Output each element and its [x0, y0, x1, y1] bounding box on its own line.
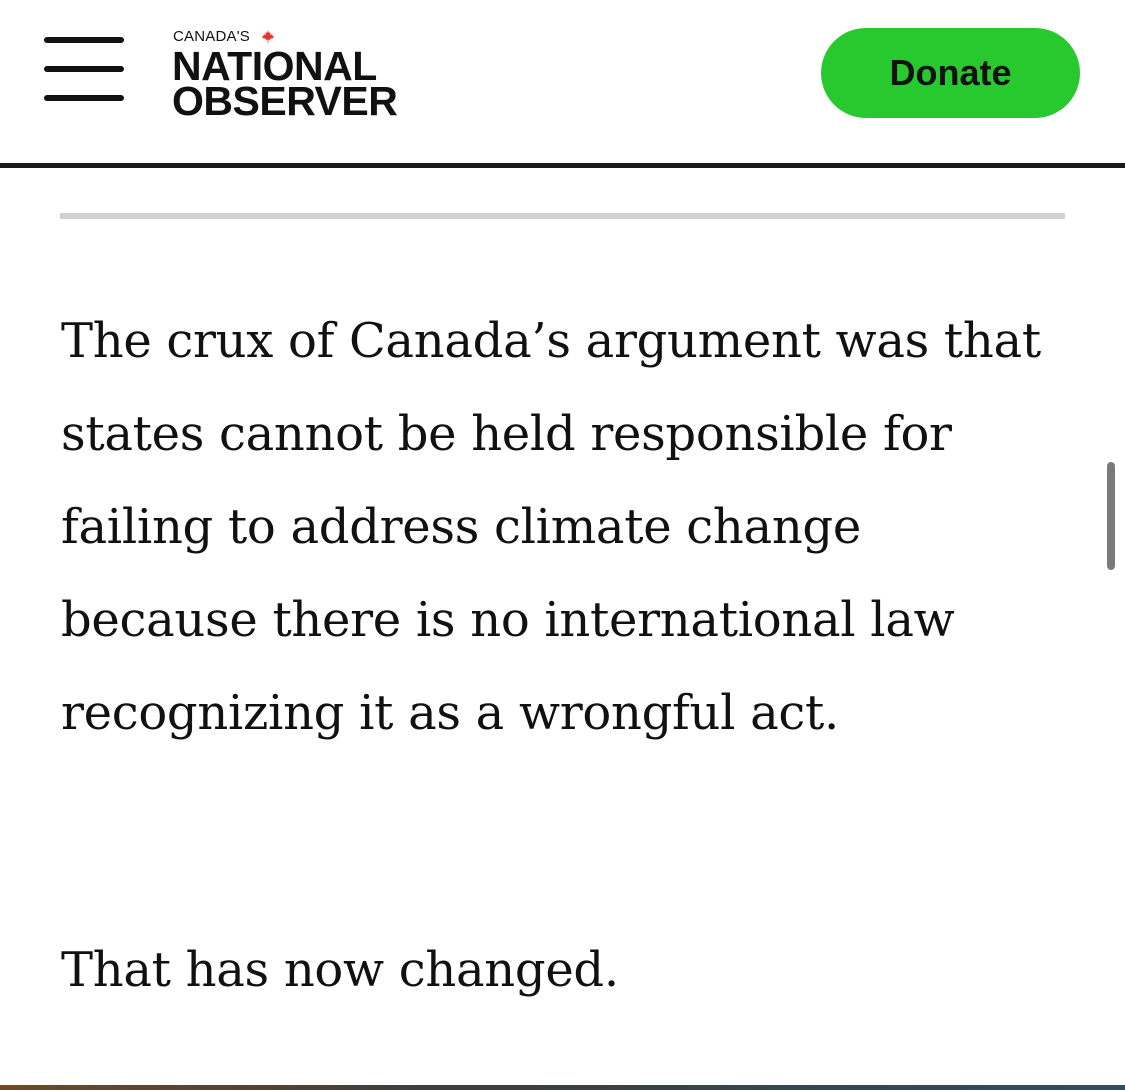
- menu-bar: [44, 37, 124, 43]
- hamburger-menu-icon[interactable]: [44, 37, 124, 101]
- article-paragraph: The crux of Canada’s argument was that s…: [61, 313, 1041, 741]
- logo-line-observer: OBSERVER: [172, 78, 398, 124]
- maple-leaf-icon: [261, 30, 275, 43]
- bottom-image-edge: [0, 1085, 1125, 1090]
- donate-button[interactable]: Donate: [821, 28, 1080, 118]
- site-logo[interactable]: CANADA'S NATIONAL OBSERVER: [172, 28, 432, 123]
- scrollbar-thumb[interactable]: [1107, 462, 1115, 570]
- article-paragraph: That has now changed.: [61, 942, 619, 998]
- menu-bar: [44, 66, 124, 72]
- site-header: CANADA'S NATIONAL OBSERVER Donate: [0, 0, 1125, 168]
- menu-bar: [44, 95, 124, 101]
- content-divider: [60, 213, 1065, 219]
